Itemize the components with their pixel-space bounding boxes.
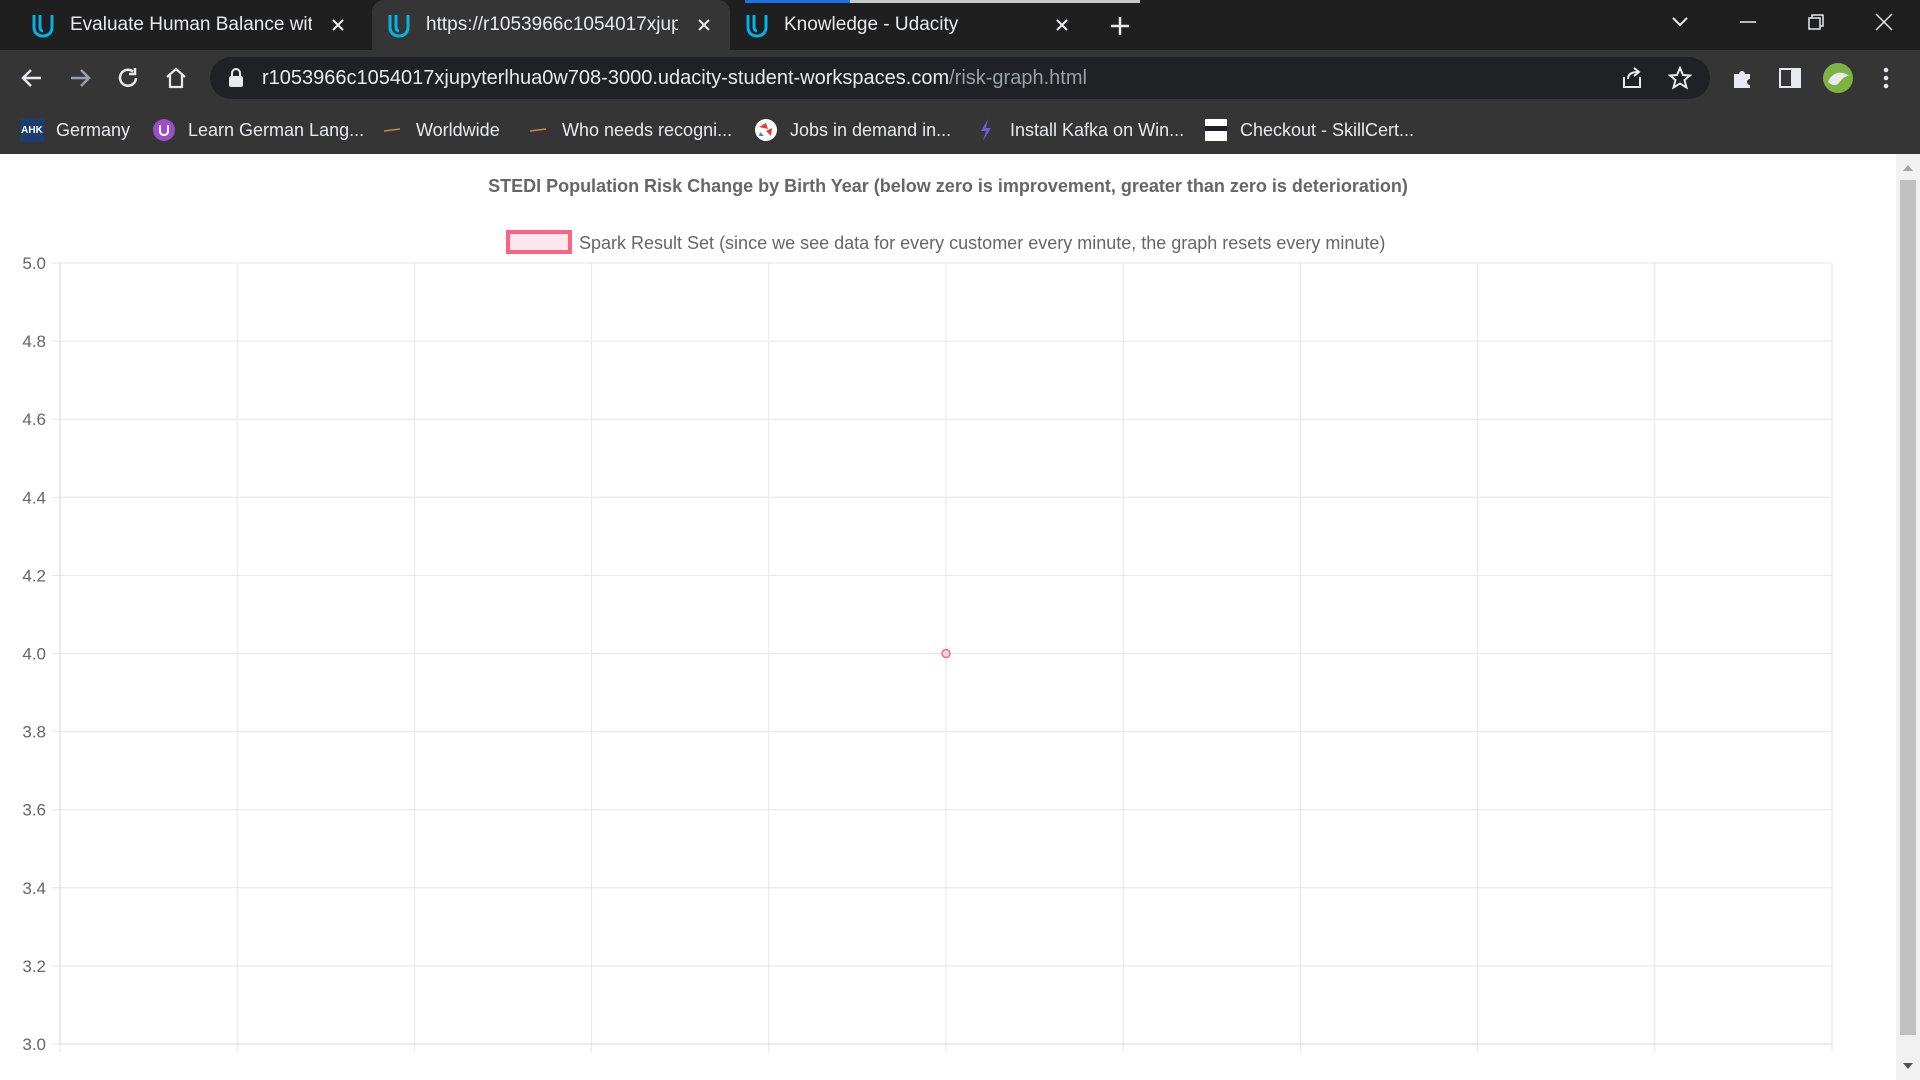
data-point	[941, 648, 951, 659]
url-host: r1053966c1054017xjupyterlhua0w708-3000.u…	[262, 67, 950, 89]
tab-close-icon[interactable]	[324, 11, 352, 39]
scrollbar-thumb[interactable]	[1900, 180, 1916, 1035]
home-button[interactable]	[156, 58, 196, 98]
bookmark-label: Checkout - SkillCert...	[1240, 119, 1415, 140]
tab-evaluate-human-balance[interactable]: Evaluate Human Balance with Spark	[4, 0, 364, 50]
page-scrollbar[interactable]	[1896, 154, 1920, 1080]
arrow-left-icon	[21, 69, 41, 87]
tab-knowledge-udacity[interactable]: Knowledge - Udacity	[730, 0, 1088, 50]
back-button[interactable]	[12, 58, 52, 98]
chart-grid	[52, 262, 1833, 1052]
y-tick-label: 5.0	[22, 254, 46, 273]
close-icon	[1875, 13, 1893, 31]
bookmark-label: Germany	[56, 119, 131, 140]
tab-risk-graph[interactable]: https://r1053966c1054017xjupyterlhua0w70…	[372, 0, 730, 50]
risk-chart: STEDI Population Risk Change by Birth Ye…	[22, 176, 1833, 1054]
browser-toolbar: r1053966c1054017xjupyterlhua0w708-3000.u…	[0, 50, 1920, 106]
bookmark-jobs-in-demand[interactable]: Jobs in demand in...	[754, 116, 951, 144]
y-tick-label: 4.8	[22, 332, 46, 351]
minimize-button[interactable]	[1714, 0, 1782, 44]
lock-icon[interactable]	[228, 68, 244, 88]
bookmark-label: Jobs in demand in...	[790, 119, 952, 140]
kebab-menu-icon	[1883, 67, 1889, 89]
restore-icon	[1808, 14, 1824, 30]
bookmark-label: Learn German Lang...	[188, 119, 365, 140]
legend-swatch[interactable]	[506, 230, 572, 254]
purple-u-icon	[152, 118, 176, 142]
close-window-button[interactable]	[1850, 0, 1918, 44]
bookmark-label: Install Kafka on Win...	[1010, 119, 1185, 140]
y-tick-label: 3.2	[22, 957, 46, 976]
tab-title: https://r1053966c1054017xjupyterlhua0w70…	[426, 14, 678, 35]
chart-title: STEDI Population Risk Change by Birth Ye…	[488, 176, 1408, 196]
card-icon	[1204, 118, 1228, 142]
tab-title: Evaluate Human Balance with Spark	[70, 14, 312, 35]
y-tick-label: 4.2	[22, 566, 46, 585]
legend-label[interactable]: Spark Result Set (since we see data for …	[579, 233, 1385, 253]
tab-close-icon[interactable]	[1048, 11, 1076, 39]
page-content: STEDI Population Risk Change by Birth Ye…	[0, 154, 1896, 1080]
address-bar[interactable]: r1053966c1054017xjupyterlhua0w708-3000.u…	[210, 57, 1710, 99]
y-tick-label: 3.0	[22, 1035, 46, 1054]
puzzle-icon	[1734, 71, 1750, 88]
side-panel-button[interactable]	[1770, 58, 1810, 98]
chevron-down-icon	[1672, 17, 1688, 27]
bookmark-germany[interactable]: AHK Germany	[20, 116, 130, 144]
star-icon[interactable]	[1668, 66, 1692, 90]
y-tick-label: 3.4	[22, 879, 46, 898]
bookmark-worldwide[interactable]: Worldwide	[380, 116, 500, 144]
tab-title: Knowledge - Udacity	[784, 14, 959, 35]
scroll-down-icon[interactable]	[1902, 1060, 1914, 1072]
tab-close-icon[interactable]	[690, 11, 718, 39]
bookmark-who-needs-recognition[interactable]: Who needs recogni...	[526, 116, 732, 144]
y-tick-label: 3.8	[22, 723, 46, 742]
y-tick-label: 4.0	[22, 645, 46, 664]
bookmarks-bar: AHK Germany Learn German Lang... Worldwi…	[0, 106, 1920, 154]
profile-button[interactable]	[1818, 58, 1858, 98]
bookmark-label: Who needs recogni...	[562, 119, 733, 140]
ahk-icon: AHK	[20, 118, 44, 142]
plus-icon	[1111, 17, 1129, 35]
udacity-icon	[32, 15, 54, 38]
side-panel-icon	[1779, 68, 1801, 88]
dash-icon	[526, 118, 550, 142]
y-axis-ticks: 5.0 4.8 4.6 4.4 4.2 4.0 3.8 3.6 3.4 3.2 3.0	[22, 254, 46, 1054]
scroll-up-icon[interactable]	[1902, 162, 1914, 174]
restore-button[interactable]	[1782, 0, 1850, 44]
udacity-icon	[388, 15, 410, 38]
avatar	[1823, 63, 1853, 93]
tab-search-button[interactable]	[1646, 0, 1714, 44]
udacity-icon	[746, 15, 768, 38]
bookmark-learn-german[interactable]: Learn German Lang...	[152, 116, 364, 144]
forward-button[interactable]	[60, 58, 100, 98]
extensions-button[interactable]	[1722, 58, 1762, 98]
bookmark-label: Worldwide	[416, 119, 500, 140]
menu-button[interactable]	[1866, 58, 1906, 98]
y-tick-label: 4.6	[22, 410, 46, 429]
url-path: /risk-graph.html	[949, 67, 1087, 89]
bookmark-install-kafka[interactable]: Install Kafka on Win...	[974, 116, 1184, 144]
new-tab-button[interactable]	[1102, 8, 1138, 44]
kafka-icon	[974, 118, 998, 142]
minimize-icon	[1740, 21, 1756, 23]
home-icon	[166, 67, 186, 89]
y-tick-label: 3.6	[22, 801, 46, 820]
tab-strip: Evaluate Human Balance with Spark https:…	[0, 0, 1920, 50]
y-tick-label: 4.4	[22, 488, 46, 507]
data-points	[941, 648, 951, 659]
share-icon[interactable]	[1620, 67, 1644, 89]
reload-icon	[118, 68, 138, 87]
bookmark-checkout-skillcert[interactable]: Checkout - SkillCert...	[1204, 116, 1414, 144]
arrow-right-icon	[71, 69, 91, 87]
dash-icon	[380, 118, 404, 142]
globe-icon	[754, 118, 778, 142]
reload-button[interactable]	[108, 58, 148, 98]
url-text: r1053966c1054017xjupyterlhua0w708-3000.u…	[262, 57, 1087, 99]
